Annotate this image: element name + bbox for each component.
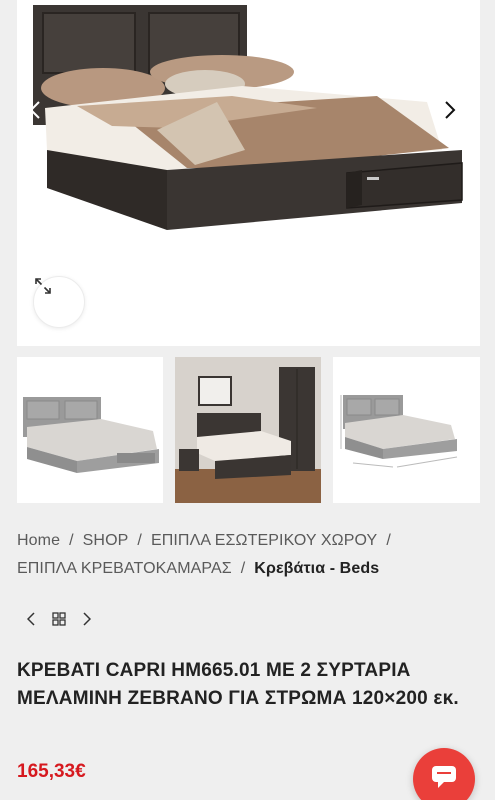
thumbnail-image (340, 395, 458, 468)
breadcrumb-interior-furniture[interactable]: ΕΠΙΠΛΑ ΕΣΩΤΕΡΙΚΟΥ ΧΩΡΟΥ (151, 532, 377, 549)
breadcrumb-separator: / (69, 532, 74, 549)
gallery-prev-button[interactable] (29, 100, 53, 130)
thumbnail-strip (17, 357, 480, 503)
prev-product-button[interactable] (20, 606, 42, 632)
thumbnail-1[interactable] (17, 357, 163, 503)
back-to-shop-button[interactable] (48, 606, 70, 632)
chevron-right-icon (83, 612, 91, 626)
grid-icon (52, 612, 66, 626)
breadcrumb-current: Κρεβάτια - Beds (254, 560, 380, 577)
zoom-button[interactable] (33, 276, 85, 328)
main-product-image (17, 0, 480, 346)
chevron-left-icon (29, 101, 40, 119)
breadcrumb-separator: / (137, 532, 142, 549)
bed-illustration (33, 5, 463, 230)
thumbnail-3[interactable] (333, 357, 480, 503)
breadcrumb-separator: / (386, 532, 391, 549)
gallery-next-button[interactable] (444, 100, 468, 130)
chat-icon (432, 766, 456, 788)
breadcrumb: Home / SHOP / ΕΠΙΠΛΑ ΕΣΩΤΕΡΙΚΟΥ ΧΩΡΟΥ / ΕΠΙΠΛΑ… (17, 527, 477, 583)
breadcrumb-shop[interactable]: SHOP (83, 532, 129, 549)
breadcrumb-separator: / (240, 560, 246, 577)
chat-button[interactable] (413, 748, 475, 800)
breadcrumb-bedroom-furniture[interactable]: ΕΠΙΠΛΑ ΚΡΕΒΑΤΟΚΑΜΑΡΑΣ (17, 560, 232, 577)
thumbnail-image (23, 397, 159, 473)
chevron-left-icon (27, 612, 35, 626)
thumbnail-2[interactable] (175, 357, 321, 503)
breadcrumb-home[interactable]: Home (17, 532, 60, 549)
next-product-button[interactable] (76, 606, 98, 632)
chevron-right-icon (445, 101, 456, 119)
expand-icon (35, 278, 51, 294)
product-title: ΚΡΕΒΑΤΙ CAPRI HM665.01 ΜΕ 2 ΣΥΡΤΑΡΙΑ ΜΕΛ… (17, 660, 459, 709)
product-price: 165,33€ (17, 761, 86, 782)
thumbnail-image (175, 357, 321, 503)
product-navigation (20, 606, 104, 632)
